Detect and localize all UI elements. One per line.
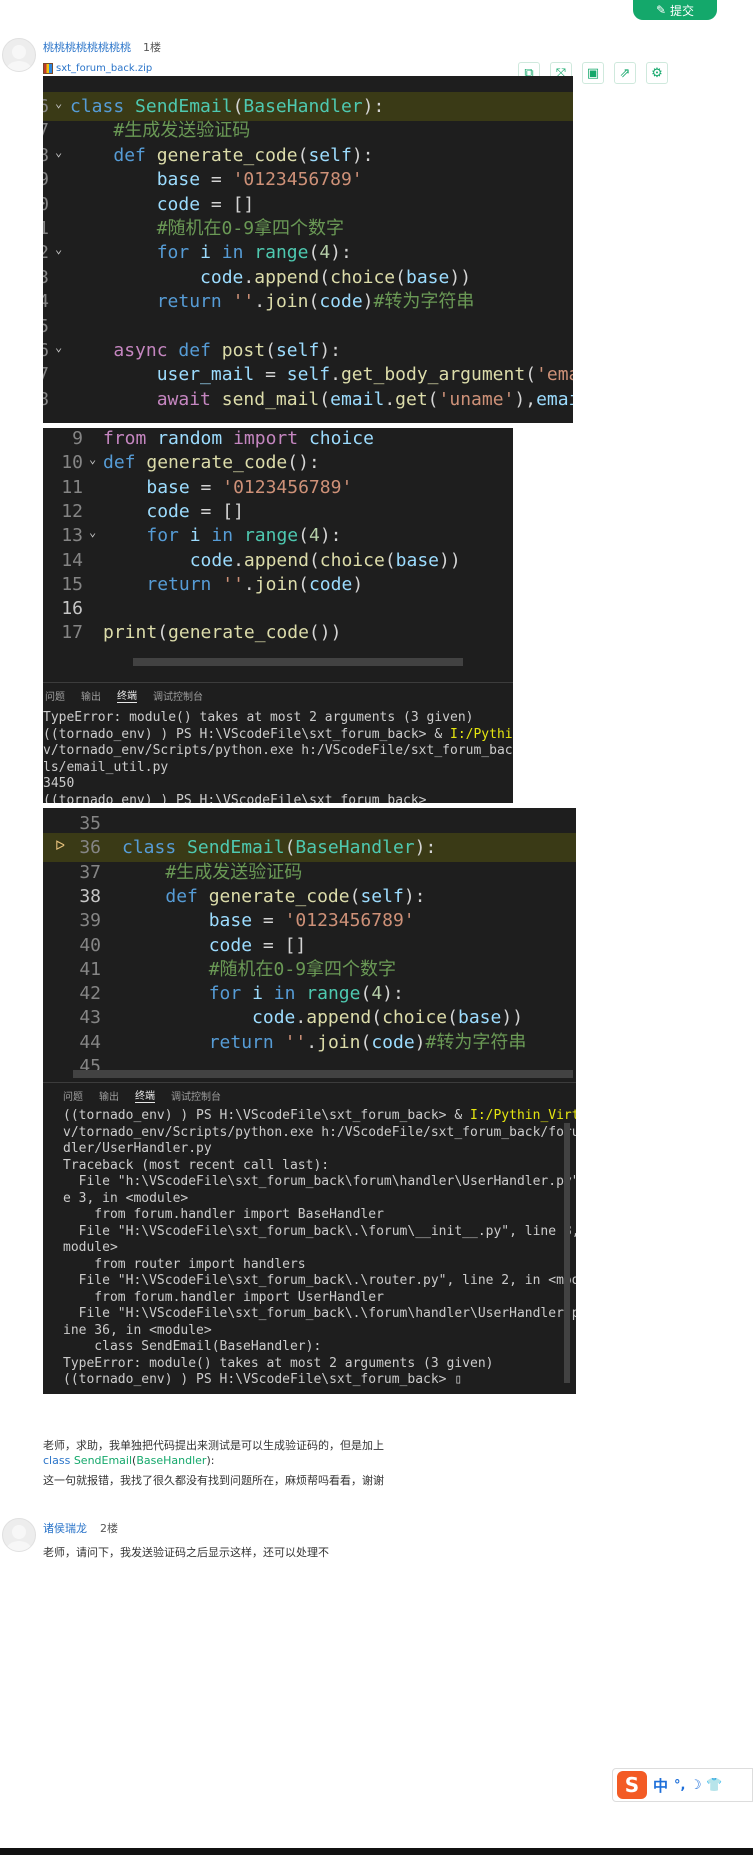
- vertical-scrollbar[interactable]: [564, 1123, 570, 1383]
- post-body-line-1: 老师，求助，我单独把代码提出来测试是可以生成验证码的，但是加上: [43, 1439, 384, 1452]
- code-screenshot-1: 6 ⌄ class SendEmail(BaseHandler): 7 #生成发送验证…: [43, 76, 573, 423]
- fold-chevron-icon[interactable]: ⌄: [55, 89, 62, 118]
- share-icon[interactable]: ⇗: [614, 62, 636, 84]
- avatar-2[interactable]: [2, 1518, 36, 1552]
- panel-tabs: 问题 输出 终端 调试控制台: [43, 684, 513, 706]
- panel-tab[interactable]: 输出: [99, 1088, 119, 1103]
- floor-number: 1楼: [143, 41, 161, 54]
- code-argument: BaseHandler: [136, 1454, 207, 1467]
- fold-chevron-icon[interactable]: ⌄: [55, 333, 62, 362]
- post2-body: 老师，请问下，我发送验证码之后显示这样，还可以处理不: [43, 1546, 329, 1559]
- settings-icon[interactable]: ⚙: [646, 62, 668, 84]
- panel-tab[interactable]: 输出: [81, 688, 101, 703]
- code-screenshot-2: 9 from random import choice 10 ⌄ def generat…: [43, 428, 513, 803]
- code-keyword: class: [43, 1454, 71, 1467]
- avatar[interactable]: [2, 38, 36, 72]
- debug-arrow-icon[interactable]: ᐅ: [55, 839, 65, 854]
- attachment-name: sxt_forum_back.zip: [56, 63, 153, 74]
- code-rest: ):: [206, 1454, 215, 1467]
- code-class-name: SendEmail: [73, 1454, 133, 1467]
- terminal-output[interactable]: TypeError: module() takes at most 2 argu…: [43, 710, 513, 803]
- panel-tab[interactable]: 调试控制台: [171, 1088, 221, 1103]
- line-number: 8: [43, 388, 49, 410]
- ime-toolbar[interactable]: S 中 °, ☽ 👕: [612, 1768, 753, 1802]
- panel-tab[interactable]: 终端: [117, 687, 137, 703]
- sogou-logo-icon: S: [617, 1771, 647, 1799]
- fold-chevron-icon[interactable]: ⌄: [89, 445, 96, 474]
- save-icon[interactable]: ▣: [582, 62, 604, 84]
- panel-tab[interactable]: 调试控制台: [153, 688, 203, 703]
- horizontal-scrollbar[interactable]: [73, 1070, 573, 1078]
- ime-icons[interactable]: °, ☽ 👕: [674, 1778, 722, 1793]
- panel-tabs: 问题 输出 终端 调试控制台: [43, 1084, 576, 1106]
- panel-tab[interactable]: 问题: [63, 1088, 83, 1103]
- horizontal-scrollbar[interactable]: [133, 658, 463, 666]
- fold-chevron-icon[interactable]: ⌄: [89, 518, 96, 547]
- ime-mode[interactable]: 中: [653, 1775, 668, 1796]
- submit-button[interactable]: ✎ 提交: [633, 0, 717, 20]
- panel-divider: [43, 682, 513, 683]
- shot1-code-line: 8 await send_mail(email.get('uname'),ema…: [43, 385, 573, 414]
- post-body-line-3: 这一句就报错，我找了很久都没有找到问题所在，麻烦帮吗看看，谢谢: [43, 1474, 384, 1487]
- panel-divider: [43, 1082, 576, 1083]
- panel-tab[interactable]: 问题: [45, 688, 65, 703]
- line-number: 17: [61, 622, 83, 644]
- panel-tab[interactable]: 终端: [135, 1087, 155, 1103]
- code-text[interactable]: print(generate_code()): [103, 618, 341, 647]
- code-text[interactable]: await send_mail(email.get('uname'),email: [70, 385, 573, 414]
- attachment-link[interactable]: sxt_forum_back.zip: [43, 63, 152, 74]
- post-body-line-2: class SendEmail(BaseHandler):: [43, 1454, 215, 1467]
- username-2[interactable]: 诸侯瑞龙: [43, 1520, 87, 1536]
- bottom-bar: [0, 1848, 753, 1855]
- floor-number-2: 2楼: [100, 1522, 118, 1535]
- submit-label: 提交: [670, 3, 695, 18]
- zip-file-icon: [43, 63, 53, 74]
- username[interactable]: 桃桃桃桃桃桃桃桃: [43, 39, 131, 55]
- code-screenshot-3: 35 36 class SendEmail(BaseHandler): 37 #生成发…: [43, 808, 576, 1394]
- shot2-code-line: 17 print(generate_code()): [43, 618, 513, 647]
- pencil-icon: ✎: [655, 3, 667, 17]
- terminal-output[interactable]: ((tornado_env) ) PS H:\VScodeFile\sxt_fo…: [63, 1108, 576, 1389]
- fold-chevron-icon[interactable]: ⌄: [55, 138, 62, 167]
- fold-chevron-icon[interactable]: ⌄: [55, 235, 62, 264]
